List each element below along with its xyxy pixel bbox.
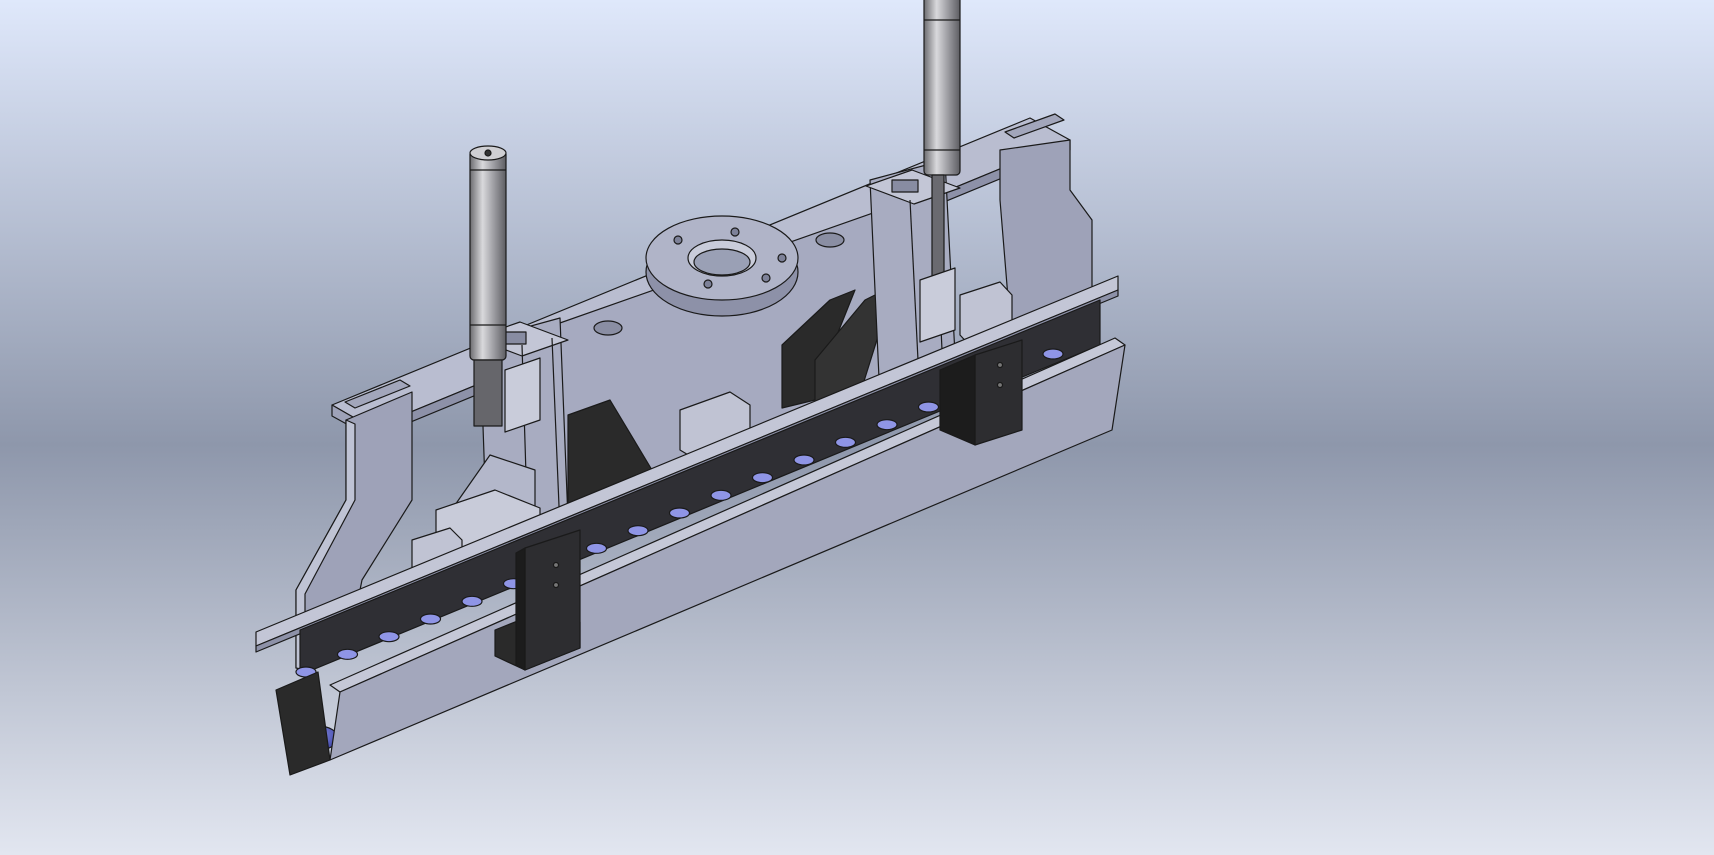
cad-viewport[interactable]: [0, 0, 1714, 855]
right-guide-slot: [891, 179, 919, 193]
suction-cup-fitting: [1042, 348, 1064, 360]
right-black-clamp-front: [974, 339, 1023, 446]
flange-bolt-hole: [703, 279, 713, 289]
suction-cup-fitting: [876, 419, 898, 431]
suction-cup-fitting: [461, 595, 483, 607]
flange-bolt-hole: [673, 235, 683, 245]
left-black-clamp-side: [515, 547, 526, 671]
left-slide-block: [504, 357, 541, 433]
beam-hole: [815, 232, 845, 248]
clamp-screw: [996, 381, 1004, 389]
left-cylinder-rod: [469, 149, 507, 361]
suction-cup-fitting: [668, 507, 691, 519]
right-black-clamp-side: [939, 354, 976, 446]
suction-cup-fitting: [336, 648, 359, 660]
suction-cup-fitting: [585, 542, 608, 554]
left-black-clamp-front: [524, 529, 581, 671]
suction-cup-fitting: [751, 472, 774, 484]
clamp-screw: [552, 561, 560, 569]
left-cylinder-port: [484, 149, 492, 157]
flange-bolt-hole: [761, 273, 771, 283]
beam-hole: [593, 320, 623, 336]
suction-cup-fitting: [710, 489, 732, 501]
clamp-screw: [996, 361, 1004, 369]
suction-cup-fitting: [378, 631, 400, 643]
right-cylinder-rod: [923, 0, 961, 176]
clamp-screw: [552, 581, 560, 589]
left-cylinder-lower: [473, 359, 503, 427]
flange-bore-inner: [693, 248, 751, 276]
suction-cup-fitting: [793, 454, 815, 466]
right-slide-block: [919, 267, 956, 343]
suction-cup-fitting: [834, 436, 857, 448]
suction-cup-fitting: [419, 613, 442, 625]
suction-cup-fitting: [917, 401, 940, 413]
flange-bolt-hole: [730, 227, 740, 237]
model-canvas[interactable]: [0, 0, 1714, 855]
suction-cup-fitting: [627, 525, 649, 537]
flange-bolt-hole: [777, 253, 787, 263]
